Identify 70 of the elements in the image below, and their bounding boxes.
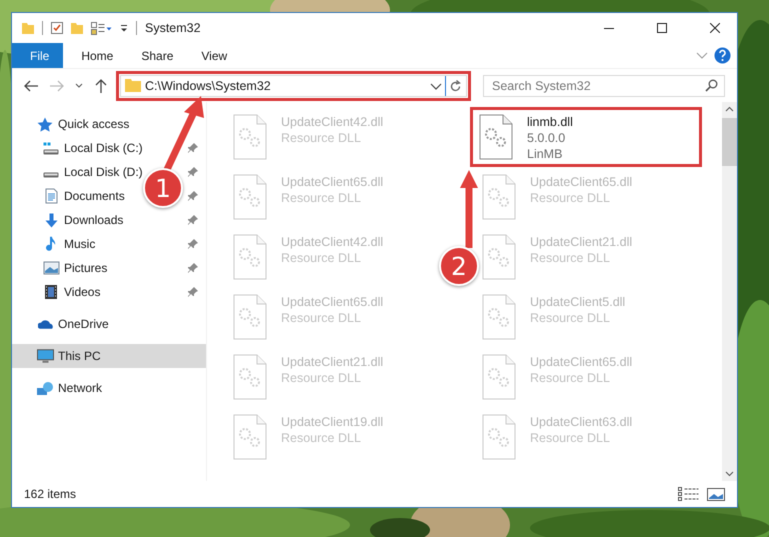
pin-icon[interactable]: [188, 287, 198, 297]
star-icon: [37, 116, 53, 132]
nav-item[interactable]: Local Disk (C:): [42, 141, 143, 155]
maximize-icon[interactable]: [656, 23, 666, 33]
ribbon-tab[interactable]: View: [187, 43, 242, 68]
expand-ribbon-icon[interactable]: [696, 52, 708, 59]
nav-item[interactable]: Quick access: [36, 116, 130, 132]
nav-item[interactable]: Network: [36, 381, 102, 395]
details-view-icon[interactable]: [678, 487, 699, 501]
up-arrow-icon[interactable]: [95, 78, 107, 92]
back-arrow-icon[interactable]: [24, 80, 38, 92]
file-detail: Resource DLL: [530, 190, 611, 206]
nav-item[interactable]: This PC: [36, 349, 101, 363]
pin-icon[interactable]: [188, 167, 198, 177]
pin-icon[interactable]: [188, 143, 198, 153]
file-menu-tab[interactable]: File: [12, 43, 64, 68]
picture-icon: [42, 261, 60, 275]
pin-icon[interactable]: [188, 263, 198, 273]
folder-icon: [125, 79, 141, 92]
drive-icon: [43, 172, 59, 178]
refresh-icon[interactable]: [450, 80, 462, 92]
forward-arrow-icon[interactable]: [50, 80, 64, 92]
nav-item[interactable]: Videos: [42, 285, 100, 299]
checklist-icon[interactable]: [51, 22, 63, 34]
nav-item[interactable]: Documents: [42, 188, 125, 204]
pin-icon[interactable]: [188, 239, 198, 249]
item-count: 162 items: [24, 487, 78, 501]
file-detail: Resource DLL: [281, 430, 362, 446]
nav-item[interactable]: Local Disk (D:): [42, 165, 143, 179]
file-detail: Resource DLL: [281, 310, 362, 326]
network-icon: [37, 382, 53, 394]
file-detail: Resource DLL: [530, 430, 611, 446]
file-detail: Resource DLL: [530, 310, 611, 326]
customize-caret-icon[interactable]: [120, 24, 128, 32]
file-detail: LinMB: [527, 146, 564, 162]
cloud-icon: [38, 320, 52, 328]
document-icon: [44, 188, 58, 204]
nav-item[interactable]: Music: [42, 236, 96, 252]
search-field[interactable]: Search System32: [483, 74, 725, 96]
large-icons-view-icon[interactable]: [707, 488, 725, 500]
scrollbar-thumb[interactable]: [722, 118, 737, 166]
properties-icon[interactable]: [91, 22, 112, 34]
file-detail: Resource DLL: [281, 250, 362, 266]
address-bar[interactable]: C:\Windows\System32: [120, 74, 467, 96]
gear-document-icon[interactable]: [479, 114, 513, 160]
file-detail: Resource DLL: [281, 190, 362, 206]
film-icon: [45, 285, 57, 299]
nav-item[interactable]: Pictures: [42, 261, 108, 275]
download-arrow-icon: [44, 212, 58, 228]
pin-icon[interactable]: [188, 215, 198, 225]
music-note-icon: [46, 236, 56, 252]
ribbon-tab[interactable]: Home: [67, 43, 128, 68]
file-detail: Resource DLL: [530, 250, 611, 266]
drive-icon: [43, 142, 59, 154]
file-detail: Resource DLL: [281, 370, 362, 386]
search-icon: [705, 79, 718, 92]
window-title: System32: [145, 21, 202, 35]
close-icon[interactable]: [710, 23, 720, 33]
file-name[interactable]: linmb.dll: [527, 114, 573, 130]
file-detail: 5.0.0.0: [527, 130, 566, 146]
nav-item[interactable]: OneDrive: [36, 317, 109, 331]
help-icon[interactable]: [714, 47, 731, 64]
chevron-down-icon[interactable]: [75, 82, 83, 88]
nav-item[interactable]: Downloads: [42, 212, 124, 228]
file-detail: Resource DLL: [530, 370, 611, 386]
computer-icon: [36, 349, 54, 363]
scrollbar[interactable]: [722, 102, 737, 481]
file-detail: Resource DLL: [281, 130, 362, 146]
ribbon-tab[interactable]: Share: [127, 43, 188, 68]
pin-icon[interactable]: [188, 191, 198, 201]
